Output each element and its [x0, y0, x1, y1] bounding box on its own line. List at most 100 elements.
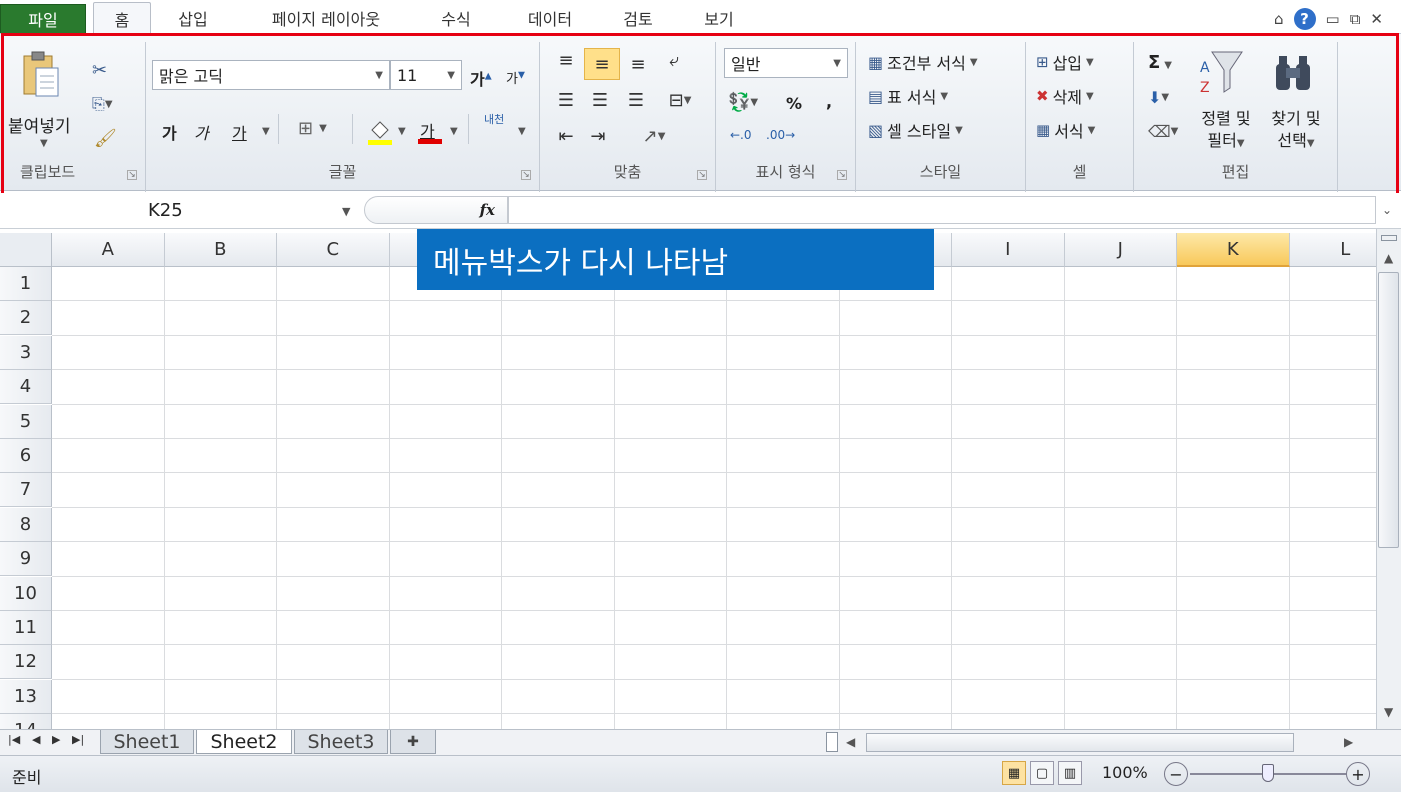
column-header-i[interactable]: I — [952, 233, 1065, 267]
split-box-icon[interactable] — [1381, 235, 1397, 241]
number-launcher-icon[interactable]: ↘ — [837, 170, 847, 180]
wrap-text-icon[interactable]: ⤶ — [662, 48, 686, 72]
scroll-right-icon[interactable]: ▶ — [1344, 735, 1353, 749]
sort-filter-button[interactable]: 정렬 및 필터▼ — [1194, 108, 1258, 155]
name-box-dropdown-icon[interactable]: ▼ — [342, 205, 350, 218]
font-color-dropdown-icon[interactable]: ▼ — [450, 126, 458, 137]
currency-icon[interactable]: 💱 ▼ — [728, 92, 758, 113]
orientation-icon[interactable]: ↗ ▼ — [634, 124, 674, 148]
page-layout-view-icon[interactable]: ▢ — [1030, 761, 1054, 785]
format-painter-icon[interactable]: 🖌 — [94, 128, 117, 149]
border-icon[interactable]: ⊞ ▼ — [298, 118, 327, 139]
number-format-combo[interactable]: 일반 ▼ — [724, 48, 848, 78]
row-header-4[interactable]: 4 — [0, 370, 52, 405]
tab-formulas[interactable]: 수식 — [425, 2, 487, 34]
sheet-tab-sheet3[interactable]: Sheet3 — [294, 730, 388, 754]
prev-sheet-icon[interactable]: ◀ — [32, 733, 40, 746]
align-left-icon[interactable]: ☰ — [554, 88, 578, 112]
align-right-icon[interactable]: ☰ — [624, 88, 648, 112]
vertical-scroll-thumb[interactable] — [1378, 272, 1399, 548]
row-header-1[interactable]: 1 — [0, 267, 52, 301]
merge-center-icon[interactable]: ⊟ ▼ — [660, 88, 700, 112]
align-middle-icon[interactable]: ≡ — [584, 48, 620, 80]
row-header-14[interactable]: 14 — [0, 714, 52, 729]
sheet-tab-sheet1[interactable]: Sheet1 — [100, 730, 194, 754]
italic-button[interactable]: 가 — [194, 120, 209, 144]
help-icon[interactable]: ? — [1293, 8, 1316, 30]
conditional-format-button[interactable]: ▦ 조건부 서식 ▼ — [868, 50, 978, 74]
increase-decimal-icon[interactable]: ←.0 — [730, 128, 752, 142]
column-header-a[interactable]: A — [52, 233, 165, 267]
font-size-dropdown-icon[interactable]: ▼ — [447, 70, 455, 81]
font-size-combo[interactable]: 11 ▼ — [390, 60, 462, 90]
tab-home[interactable]: 홈 — [93, 2, 151, 34]
row-header-11[interactable]: 11 — [0, 611, 52, 645]
row-header-13[interactable]: 13 — [0, 679, 52, 714]
paste-dropdown-icon[interactable]: ▼ — [40, 138, 48, 149]
cell-styles-button[interactable]: ▧ 셀 스타일 ▼ — [868, 118, 963, 142]
normal-view-icon[interactable]: ▦ — [1002, 761, 1026, 785]
zoom-slider-thumb[interactable] — [1262, 764, 1274, 782]
tab-file[interactable]: 파일 — [0, 4, 86, 34]
increase-indent-icon[interactable]: ⇥ — [586, 124, 610, 148]
expand-formula-bar-icon[interactable]: ⌄ — [1382, 203, 1392, 217]
paste-icon[interactable] — [18, 50, 62, 100]
alignment-launcher-icon[interactable]: ↘ — [697, 170, 707, 180]
tab-split-handle[interactable] — [826, 732, 838, 752]
first-sheet-icon[interactable]: |◀ — [8, 733, 20, 746]
last-sheet-icon[interactable]: ▶| — [72, 733, 84, 746]
next-sheet-icon[interactable]: ▶ — [52, 733, 60, 746]
sort-filter-icon[interactable]: AZ — [1198, 48, 1246, 96]
close-icon[interactable]: ✕ — [1370, 10, 1383, 28]
format-cells-button[interactable]: ▦ 서식 ▼ — [1036, 118, 1095, 142]
underline-button[interactable]: 가 — [232, 120, 247, 144]
font-name-dropdown-icon[interactable]: ▼ — [375, 70, 383, 81]
phonetic-dropdown-icon[interactable]: ▼ — [518, 126, 526, 137]
phonetic-button[interactable]: 내천 — [484, 114, 504, 126]
fill-color-dropdown-icon[interactable]: ▼ — [398, 126, 406, 137]
row-header-6[interactable]: 6 — [0, 439, 52, 473]
row-header-8[interactable]: 8 — [0, 507, 52, 542]
row-header-5[interactable]: 5 — [0, 404, 52, 439]
name-box[interactable]: K25 — [0, 195, 360, 225]
insert-sheet-icon[interactable]: ✚ — [390, 730, 436, 754]
insert-cells-button[interactable]: ⊞ 삽입 ▼ — [1036, 50, 1094, 74]
formula-input[interactable] — [508, 196, 1376, 224]
column-header-j[interactable]: J — [1064, 233, 1177, 267]
insert-function-button[interactable]: fx — [364, 196, 508, 224]
scroll-down-icon[interactable]: ▼ — [1384, 705, 1393, 719]
fill-icon[interactable]: ⬇ ▼ — [1148, 88, 1169, 107]
scroll-left-icon[interactable]: ◀ — [846, 735, 855, 749]
horizontal-scroll-thumb[interactable] — [866, 733, 1294, 752]
font-color-button[interactable]: 가 — [416, 114, 444, 146]
row-header-3[interactable]: 3 — [0, 335, 52, 370]
worksheet-grid[interactable]: ABCDEFGHIJKL 1234567891011121314 — [0, 233, 1376, 729]
select-all-corner[interactable] — [0, 233, 52, 267]
column-header-b[interactable]: B — [164, 233, 277, 267]
tab-data[interactable]: 데이터 — [510, 2, 590, 34]
copy-icon[interactable]: ⎘ ▼ — [92, 94, 113, 114]
tab-view[interactable]: 보기 — [688, 2, 750, 34]
find-select-button[interactable]: 찾기 및 선택▼ — [1264, 108, 1328, 155]
autosum-button[interactable]: Σ ▼ — [1148, 52, 1172, 73]
decrease-decimal-icon[interactable]: .00→ — [766, 128, 795, 142]
tab-insert[interactable]: 삽입 — [160, 2, 226, 34]
row-header-2[interactable]: 2 — [0, 301, 52, 336]
scroll-up-icon[interactable]: ▲ — [1384, 251, 1393, 265]
comma-button[interactable]: , — [826, 92, 832, 111]
format-as-table-button[interactable]: ▤ 표 서식 ▼ — [868, 84, 948, 108]
row-header-7[interactable]: 7 — [0, 473, 52, 508]
collapse-ribbon-icon[interactable]: ⌂ — [1274, 10, 1284, 28]
tab-page-layout[interactable]: 페이지 레이아웃 — [248, 2, 404, 34]
column-header-l[interactable]: L — [1289, 233, 1376, 267]
clear-icon[interactable]: ⌫ ▼ — [1148, 122, 1178, 141]
align-bottom-icon[interactable]: ≡ — [626, 52, 650, 76]
column-header-c[interactable]: C — [277, 233, 390, 267]
tab-review[interactable]: 검토 — [605, 2, 671, 34]
row-header-9[interactable]: 9 — [0, 542, 52, 577]
number-format-dropdown-icon[interactable]: ▼ — [833, 58, 841, 69]
zoom-level[interactable]: 100% — [1102, 763, 1148, 782]
cut-icon[interactable]: ✂ — [92, 60, 107, 81]
percent-button[interactable]: % — [786, 94, 802, 113]
decrease-indent-icon[interactable]: ⇤ — [554, 124, 578, 148]
